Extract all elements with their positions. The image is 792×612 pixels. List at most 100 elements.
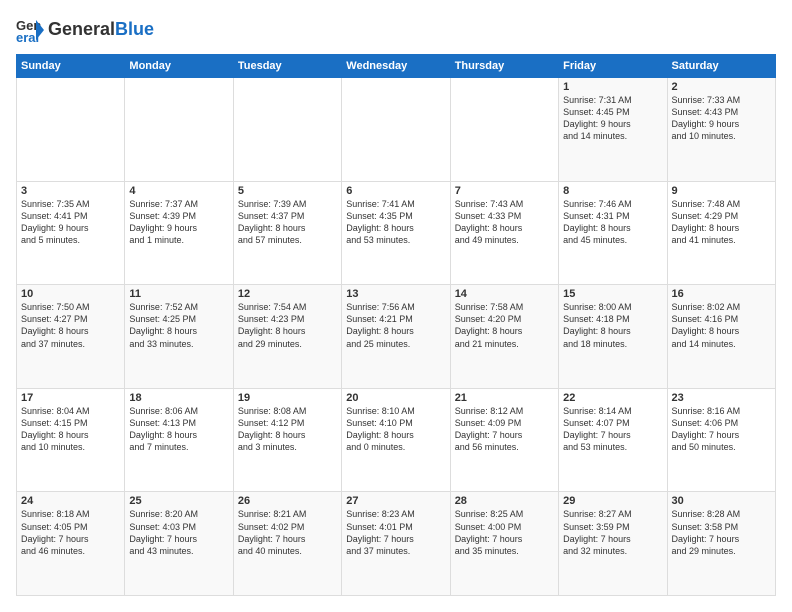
day-number: 21 bbox=[455, 392, 554, 404]
day-info: Sunrise: 8:25 AM Sunset: 4:00 PM Dayligh… bbox=[455, 508, 554, 557]
calendar-cell: 3Sunrise: 7:35 AM Sunset: 4:41 PM Daylig… bbox=[17, 181, 125, 285]
calendar-cell: 7Sunrise: 7:43 AM Sunset: 4:33 PM Daylig… bbox=[450, 181, 558, 285]
calendar-cell: 28Sunrise: 8:25 AM Sunset: 4:00 PM Dayli… bbox=[450, 492, 558, 596]
day-info: Sunrise: 8:08 AM Sunset: 4:12 PM Dayligh… bbox=[238, 405, 337, 454]
day-number: 20 bbox=[346, 392, 445, 404]
day-info: Sunrise: 7:31 AM Sunset: 4:45 PM Dayligh… bbox=[563, 94, 662, 143]
day-number: 27 bbox=[346, 495, 445, 507]
calendar-cell: 29Sunrise: 8:27 AM Sunset: 3:59 PM Dayli… bbox=[559, 492, 667, 596]
day-info: Sunrise: 8:20 AM Sunset: 4:03 PM Dayligh… bbox=[129, 508, 228, 557]
day-number: 7 bbox=[455, 185, 554, 197]
day-info: Sunrise: 8:12 AM Sunset: 4:09 PM Dayligh… bbox=[455, 405, 554, 454]
calendar-row-3: 10Sunrise: 7:50 AM Sunset: 4:27 PM Dayli… bbox=[17, 285, 776, 389]
day-info: Sunrise: 8:00 AM Sunset: 4:18 PM Dayligh… bbox=[563, 301, 662, 350]
day-number: 2 bbox=[672, 81, 771, 93]
calendar-cell: 4Sunrise: 7:37 AM Sunset: 4:39 PM Daylig… bbox=[125, 181, 233, 285]
weekday-sunday: Sunday bbox=[17, 55, 125, 78]
calendar-row-2: 3Sunrise: 7:35 AM Sunset: 4:41 PM Daylig… bbox=[17, 181, 776, 285]
calendar-cell: 9Sunrise: 7:48 AM Sunset: 4:29 PM Daylig… bbox=[667, 181, 775, 285]
day-info: Sunrise: 7:50 AM Sunset: 4:27 PM Dayligh… bbox=[21, 301, 120, 350]
weekday-thursday: Thursday bbox=[450, 55, 558, 78]
svg-text:eral: eral bbox=[16, 30, 39, 44]
weekday-friday: Friday bbox=[559, 55, 667, 78]
weekday-monday: Monday bbox=[125, 55, 233, 78]
calendar-cell: 17Sunrise: 8:04 AM Sunset: 4:15 PM Dayli… bbox=[17, 388, 125, 492]
day-number: 13 bbox=[346, 288, 445, 300]
calendar-cell: 26Sunrise: 8:21 AM Sunset: 4:02 PM Dayli… bbox=[233, 492, 341, 596]
weekday-saturday: Saturday bbox=[667, 55, 775, 78]
day-number: 24 bbox=[21, 495, 120, 507]
day-number: 18 bbox=[129, 392, 228, 404]
calendar-cell: 1Sunrise: 7:31 AM Sunset: 4:45 PM Daylig… bbox=[559, 78, 667, 182]
calendar-cell bbox=[450, 78, 558, 182]
day-info: Sunrise: 7:33 AM Sunset: 4:43 PM Dayligh… bbox=[672, 94, 771, 143]
calendar-table: SundayMondayTuesdayWednesdayThursdayFrid… bbox=[16, 54, 776, 596]
day-number: 25 bbox=[129, 495, 228, 507]
calendar-cell: 23Sunrise: 8:16 AM Sunset: 4:06 PM Dayli… bbox=[667, 388, 775, 492]
calendar-cell: 20Sunrise: 8:10 AM Sunset: 4:10 PM Dayli… bbox=[342, 388, 450, 492]
day-number: 3 bbox=[21, 185, 120, 197]
day-info: Sunrise: 7:39 AM Sunset: 4:37 PM Dayligh… bbox=[238, 198, 337, 247]
calendar-cell bbox=[342, 78, 450, 182]
weekday-tuesday: Tuesday bbox=[233, 55, 341, 78]
day-number: 8 bbox=[563, 185, 662, 197]
calendar-cell: 15Sunrise: 8:00 AM Sunset: 4:18 PM Dayli… bbox=[559, 285, 667, 389]
calendar: SundayMondayTuesdayWednesdayThursdayFrid… bbox=[16, 54, 776, 596]
logo-text: GeneralBlue bbox=[48, 20, 154, 40]
day-number: 19 bbox=[238, 392, 337, 404]
calendar-cell: 19Sunrise: 8:08 AM Sunset: 4:12 PM Dayli… bbox=[233, 388, 341, 492]
weekday-wednesday: Wednesday bbox=[342, 55, 450, 78]
day-number: 4 bbox=[129, 185, 228, 197]
day-info: Sunrise: 8:21 AM Sunset: 4:02 PM Dayligh… bbox=[238, 508, 337, 557]
day-info: Sunrise: 7:41 AM Sunset: 4:35 PM Dayligh… bbox=[346, 198, 445, 247]
day-info: Sunrise: 7:56 AM Sunset: 4:21 PM Dayligh… bbox=[346, 301, 445, 350]
day-number: 26 bbox=[238, 495, 337, 507]
day-info: Sunrise: 8:28 AM Sunset: 3:58 PM Dayligh… bbox=[672, 508, 771, 557]
day-info: Sunrise: 8:04 AM Sunset: 4:15 PM Dayligh… bbox=[21, 405, 120, 454]
calendar-cell bbox=[233, 78, 341, 182]
day-info: Sunrise: 7:46 AM Sunset: 4:31 PM Dayligh… bbox=[563, 198, 662, 247]
day-info: Sunrise: 7:58 AM Sunset: 4:20 PM Dayligh… bbox=[455, 301, 554, 350]
calendar-cell: 5Sunrise: 7:39 AM Sunset: 4:37 PM Daylig… bbox=[233, 181, 341, 285]
day-number: 14 bbox=[455, 288, 554, 300]
day-info: Sunrise: 7:37 AM Sunset: 4:39 PM Dayligh… bbox=[129, 198, 228, 247]
day-number: 30 bbox=[672, 495, 771, 507]
calendar-cell: 8Sunrise: 7:46 AM Sunset: 4:31 PM Daylig… bbox=[559, 181, 667, 285]
calendar-cell: 12Sunrise: 7:54 AM Sunset: 4:23 PM Dayli… bbox=[233, 285, 341, 389]
calendar-cell: 11Sunrise: 7:52 AM Sunset: 4:25 PM Dayli… bbox=[125, 285, 233, 389]
day-info: Sunrise: 7:54 AM Sunset: 4:23 PM Dayligh… bbox=[238, 301, 337, 350]
day-info: Sunrise: 7:48 AM Sunset: 4:29 PM Dayligh… bbox=[672, 198, 771, 247]
calendar-row-4: 17Sunrise: 8:04 AM Sunset: 4:15 PM Dayli… bbox=[17, 388, 776, 492]
day-number: 5 bbox=[238, 185, 337, 197]
logo-icon: Gen eral bbox=[16, 16, 44, 44]
calendar-cell: 22Sunrise: 8:14 AM Sunset: 4:07 PM Dayli… bbox=[559, 388, 667, 492]
day-info: Sunrise: 8:10 AM Sunset: 4:10 PM Dayligh… bbox=[346, 405, 445, 454]
calendar-cell: 14Sunrise: 7:58 AM Sunset: 4:20 PM Dayli… bbox=[450, 285, 558, 389]
page-header: Gen eral GeneralBlue bbox=[16, 16, 776, 44]
calendar-cell: 18Sunrise: 8:06 AM Sunset: 4:13 PM Dayli… bbox=[125, 388, 233, 492]
day-info: Sunrise: 8:14 AM Sunset: 4:07 PM Dayligh… bbox=[563, 405, 662, 454]
day-info: Sunrise: 8:06 AM Sunset: 4:13 PM Dayligh… bbox=[129, 405, 228, 454]
day-info: Sunrise: 8:27 AM Sunset: 3:59 PM Dayligh… bbox=[563, 508, 662, 557]
calendar-cell: 27Sunrise: 8:23 AM Sunset: 4:01 PM Dayli… bbox=[342, 492, 450, 596]
calendar-cell bbox=[17, 78, 125, 182]
day-number: 1 bbox=[563, 81, 662, 93]
day-info: Sunrise: 7:43 AM Sunset: 4:33 PM Dayligh… bbox=[455, 198, 554, 247]
day-number: 16 bbox=[672, 288, 771, 300]
day-number: 6 bbox=[346, 185, 445, 197]
weekday-header-row: SundayMondayTuesdayWednesdayThursdayFrid… bbox=[17, 55, 776, 78]
day-number: 28 bbox=[455, 495, 554, 507]
day-info: Sunrise: 7:52 AM Sunset: 4:25 PM Dayligh… bbox=[129, 301, 228, 350]
day-number: 29 bbox=[563, 495, 662, 507]
day-info: Sunrise: 8:16 AM Sunset: 4:06 PM Dayligh… bbox=[672, 405, 771, 454]
day-number: 17 bbox=[21, 392, 120, 404]
calendar-cell: 16Sunrise: 8:02 AM Sunset: 4:16 PM Dayli… bbox=[667, 285, 775, 389]
calendar-cell: 10Sunrise: 7:50 AM Sunset: 4:27 PM Dayli… bbox=[17, 285, 125, 389]
calendar-cell: 13Sunrise: 7:56 AM Sunset: 4:21 PM Dayli… bbox=[342, 285, 450, 389]
day-number: 9 bbox=[672, 185, 771, 197]
calendar-cell: 21Sunrise: 8:12 AM Sunset: 4:09 PM Dayli… bbox=[450, 388, 558, 492]
calendar-cell: 24Sunrise: 8:18 AM Sunset: 4:05 PM Dayli… bbox=[17, 492, 125, 596]
day-info: Sunrise: 7:35 AM Sunset: 4:41 PM Dayligh… bbox=[21, 198, 120, 247]
calendar-cell: 6Sunrise: 7:41 AM Sunset: 4:35 PM Daylig… bbox=[342, 181, 450, 285]
day-info: Sunrise: 8:23 AM Sunset: 4:01 PM Dayligh… bbox=[346, 508, 445, 557]
